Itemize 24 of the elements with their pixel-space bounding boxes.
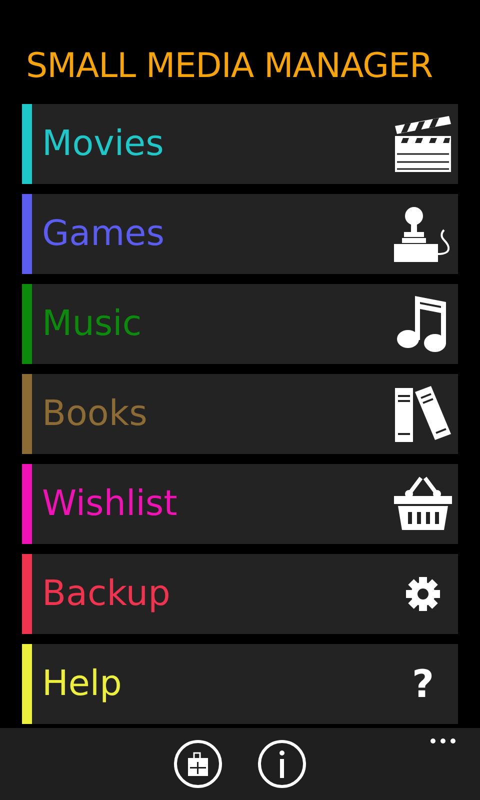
- question-mark-icon: ?: [412, 665, 434, 703]
- menu-tile[interactable]: Books: [22, 374, 458, 454]
- menu-tile[interactable]: Movies: [22, 104, 458, 184]
- shopping-bag-icon: [186, 750, 210, 778]
- store-button[interactable]: [174, 740, 222, 788]
- menu-tile[interactable]: Help ?: [22, 644, 458, 724]
- info-icon: [278, 750, 286, 778]
- menu-tile[interactable]: Music: [22, 284, 458, 364]
- tile-label: Backup: [42, 574, 172, 614]
- tile-label: Games: [42, 214, 166, 254]
- gear-icon: [406, 577, 440, 611]
- app-title: SMALL MEDIA MANAGER: [26, 45, 434, 88]
- info-button[interactable]: [258, 740, 306, 788]
- books-icon: [393, 384, 453, 444]
- menu-tile[interactable]: Backup: [22, 554, 458, 634]
- menu-tile[interactable]: Wishlist: [22, 464, 458, 544]
- more-icon[interactable]: [430, 738, 456, 744]
- tile-label: Help: [42, 664, 123, 704]
- tile-label: Music: [42, 304, 143, 344]
- menu-tile[interactable]: Games: [22, 194, 458, 274]
- tile-label: Wishlist: [42, 484, 178, 524]
- clapper-icon: [393, 114, 453, 174]
- tile-label: Books: [42, 394, 148, 434]
- tile-label: Movies: [42, 124, 165, 164]
